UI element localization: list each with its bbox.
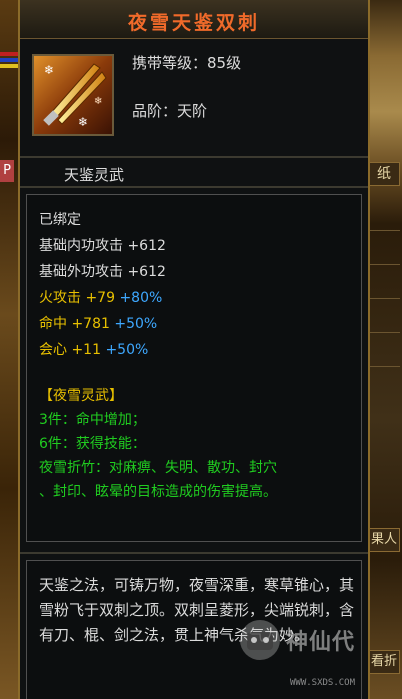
stat-fire-attack: 火攻击 +79 +80%: [39, 287, 162, 307]
set-skill-line-1: 夜雪折竹：对麻痹、失明、散功、封穴: [39, 460, 277, 476]
side-divider: [370, 264, 400, 265]
title-bar: 夜雪天鉴双刺: [20, 0, 368, 39]
svg-text:❄: ❄: [94, 96, 102, 107]
set-bonus-6-piece: 6件：获得技能：: [39, 436, 146, 452]
stat-base-outer-attack: 基础外功攻击 +612: [39, 261, 166, 281]
watermark-logo-icon: [240, 620, 280, 660]
stat-bonus: +50%: [105, 342, 149, 358]
side-tab-paper[interactable]: 纸: [368, 162, 400, 186]
stat-crit: 会心 +11 +50%: [39, 339, 148, 359]
stat-value: +11: [71, 342, 101, 358]
background-right-scene: 纸 果人 看折: [368, 0, 402, 699]
stat-value: +612: [127, 264, 166, 280]
stat-base-inner-attack: 基础内功攻击 +612: [39, 235, 166, 255]
stat-value: +612: [127, 238, 166, 254]
set-bonus-3-piece: 3件：命中增加；: [39, 412, 146, 428]
section-divider: [20, 186, 368, 188]
item-category: 天鉴灵武: [64, 166, 125, 184]
bound-status: 已绑定: [39, 212, 81, 228]
stat-label: 火攻击: [39, 290, 81, 306]
set-name: 【夜雪灵武】: [39, 388, 123, 404]
stat-bonus: +80%: [119, 290, 163, 306]
item-grade: 品阶：天阶: [132, 102, 208, 120]
stat-label: 命中: [39, 316, 67, 332]
stats-box: 已绑定 基础内功攻击 +612 基础外功攻击 +612 火攻击 +79 +80%…: [26, 194, 362, 542]
side-tab-p[interactable]: P: [0, 160, 14, 182]
watermark-url: WWW.SXDS.COM: [290, 678, 356, 688]
stat-label: 会心: [39, 342, 67, 358]
side-divider: [370, 332, 400, 333]
stat-value: +79: [85, 290, 115, 306]
side-divider: [370, 366, 400, 367]
stat-value: +781: [71, 316, 110, 332]
stat-bonus: +50%: [114, 316, 158, 332]
stat-hit: 命中 +781 +50%: [39, 313, 157, 333]
side-tab-view[interactable]: 看折: [368, 650, 400, 674]
section-divider: [20, 552, 368, 554]
side-divider: [370, 298, 400, 299]
item-title: 夜雪天鉴双刺: [127, 12, 260, 34]
svg-text:❄: ❄: [78, 115, 88, 129]
set-skill-line-2: 、封印、眩晕的目标造成的伤害提高。: [39, 484, 277, 500]
stat-label: 基础外功攻击: [39, 264, 123, 280]
side-divider: [370, 230, 400, 231]
item-tooltip-panel: 夜雪天鉴双刺 ❄ ❄ ❄ 携带等级：85级 品阶：天阶 天鉴灵武 已绑定 基础内…: [18, 0, 370, 699]
svg-text:❄: ❄: [44, 63, 54, 77]
side-tab-fruit[interactable]: 果人: [368, 528, 400, 552]
item-icon-frame[interactable]: ❄ ❄ ❄: [32, 54, 114, 136]
carry-level-requirement: 携带等级：85级: [132, 54, 242, 72]
watermark-name: 神仙代: [286, 630, 356, 655]
stat-label: 基础内功攻击: [39, 238, 123, 254]
twin-dagger-icon: ❄ ❄ ❄: [34, 56, 112, 134]
section-divider: [20, 156, 368, 158]
